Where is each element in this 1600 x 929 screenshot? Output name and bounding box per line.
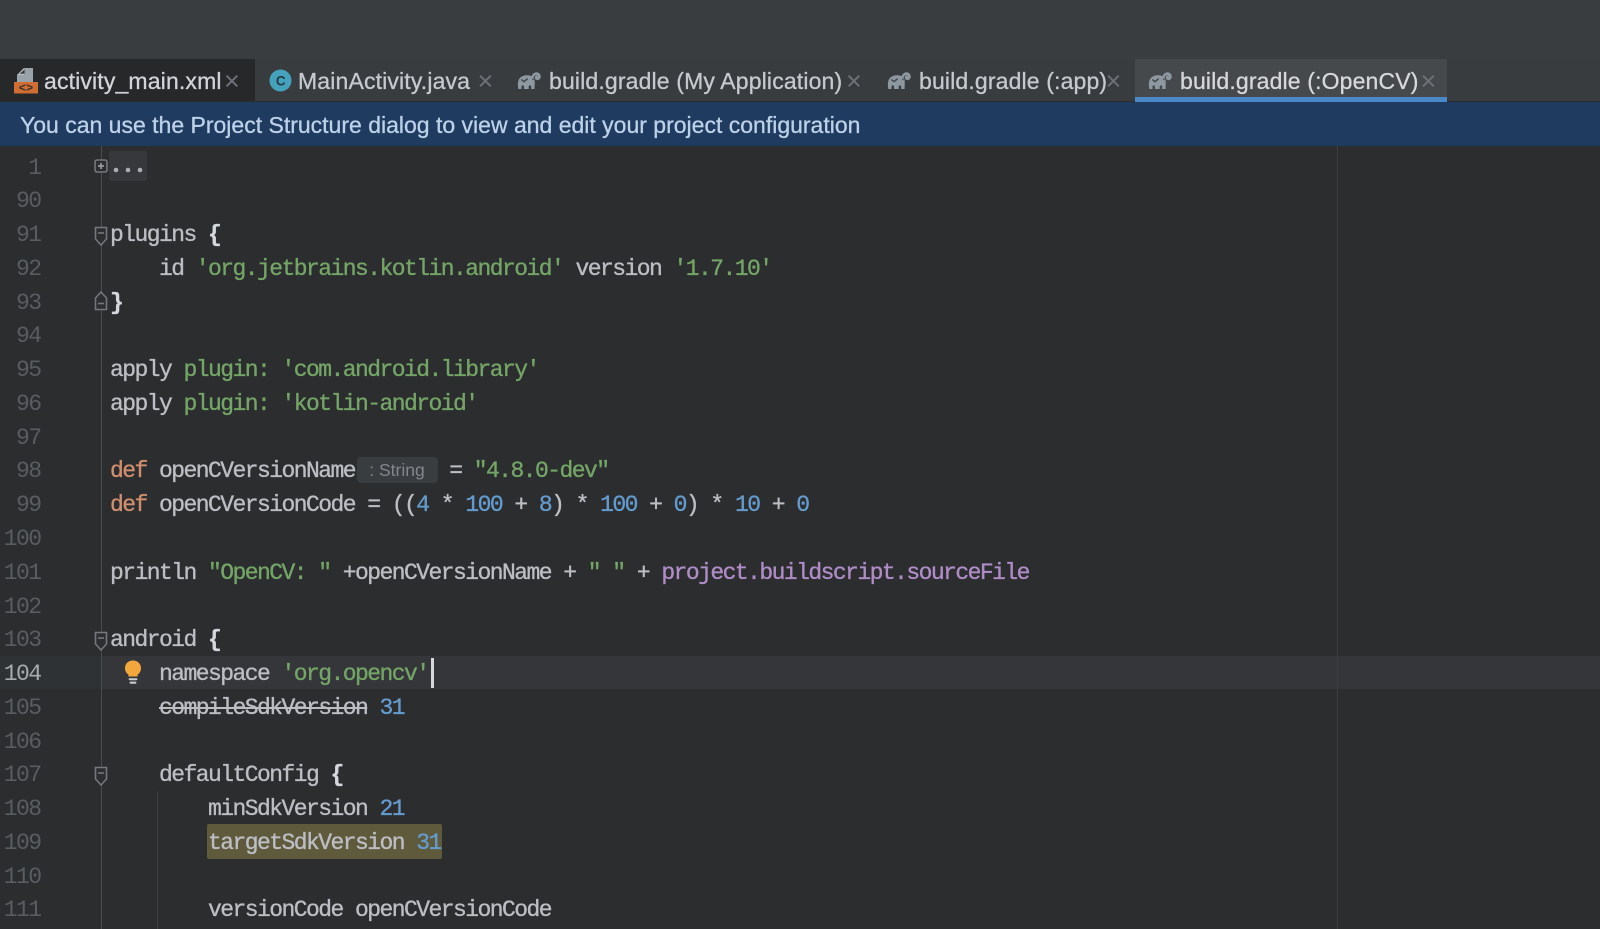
svg-text:<>: <>: [19, 81, 33, 95]
svg-text:C: C: [276, 73, 286, 88]
